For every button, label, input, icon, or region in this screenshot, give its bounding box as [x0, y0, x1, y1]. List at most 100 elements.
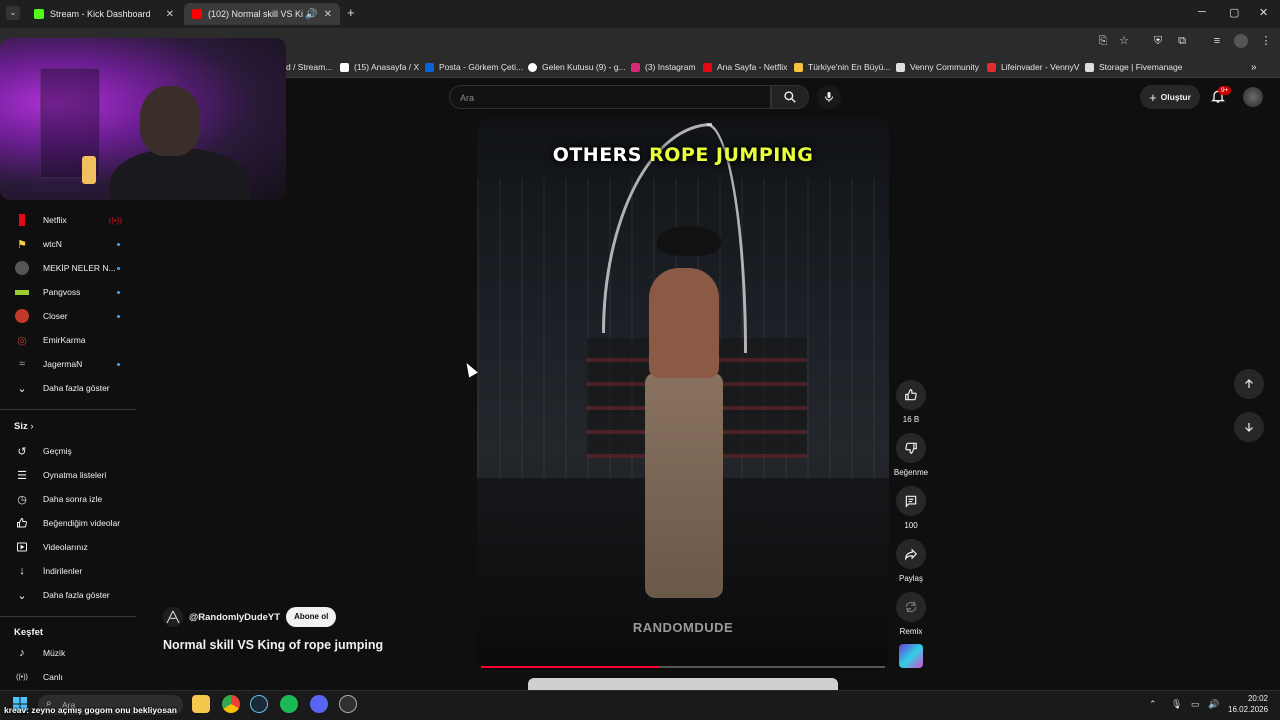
volume-tray-icon[interactable]: 🔊 [1208, 699, 1219, 710]
sound-thumbnail[interactable] [899, 644, 923, 668]
bookmark-label: Posta - Görkem Çeti... [439, 62, 524, 72]
microphone-tray-icon[interactable]: 🎙 [1171, 699, 1182, 710]
media-controls-icon[interactable]: ≡ [1210, 34, 1224, 48]
profile-avatar-icon[interactable] [1234, 34, 1248, 48]
display-tray-icon[interactable]: ▭ [1191, 699, 1200, 710]
audio-playing-icon[interactable]: 🔊 [305, 9, 317, 20]
search-input[interactable]: Ara [449, 85, 771, 109]
sidebar-item-liked-videos[interactable]: Beğendiğim videolar [14, 513, 136, 533]
tab-kick-dashboard[interactable]: Stream - Kick Dashboard ✕ [26, 3, 182, 25]
minimize-button[interactable]: ─ [1198, 6, 1206, 18]
sidebar-item-history[interactable]: ↺ Geçmiş [14, 441, 136, 461]
channel-avatar[interactable] [163, 607, 183, 627]
remix-action[interactable]: Remix [893, 592, 929, 636]
youtube-favicon-icon [192, 9, 202, 19]
bookmark-lifeinvader[interactable]: Lifeinvader - VennyV [987, 60, 1079, 74]
sidebar-item-playlists[interactable]: ☰ Oynatma listeleri [14, 465, 136, 485]
browser-menu-icon[interactable]: ⋮ [1259, 34, 1273, 48]
tab-youtube-short[interactable]: (102) Normal skill VS King o 🔊 ✕ [184, 3, 340, 25]
sidebar-item-closer[interactable]: Closer [14, 306, 136, 326]
search-icon [784, 91, 796, 103]
bookmark-outlook[interactable]: Posta - Görkem Çeti... [425, 60, 523, 74]
sidebar-item-jagerman[interactable]: ≈ JagermaN [14, 354, 136, 374]
remix-label: Remix [899, 627, 923, 636]
close-window-button[interactable]: ✕ [1259, 6, 1268, 19]
bookmark-instagram[interactable]: (3) Instagram [631, 60, 696, 74]
dislike-button[interactable] [896, 433, 926, 463]
bookmark-netflix[interactable]: Ana Sayfa - Netflix [703, 60, 787, 74]
stream-chat-overlay: kreav: zeyno açmış gogom onu bekliyosan [4, 705, 177, 715]
sidebar-item-music[interactable]: ♪ Müzik [14, 643, 136, 663]
bookmark-gmail[interactable]: Gelen Kutusu (9) - g... [528, 60, 626, 74]
share-action[interactable]: Paylaş [893, 539, 929, 583]
tray-overflow-icon[interactable]: ⌃ [1149, 699, 1157, 710]
bookmark-kick-stream[interactable]: d / Stream... [286, 60, 332, 74]
shorts-video-player[interactable]: OTHERS ROPE JUMPING RANDOMDUDE [477, 118, 889, 670]
taskbar-clock[interactable]: 20:02 16.02.2026 [1228, 693, 1268, 715]
bookmark-label: Storage | Fivemanage [1099, 62, 1183, 72]
subscribe-button[interactable]: Abone ol [286, 607, 337, 627]
sidebar-item-watch-later[interactable]: ◷ Daha sonra izle [14, 489, 136, 509]
sidebar-item-wtcn[interactable]: ⚑ wtcN [14, 234, 136, 254]
chrome-icon[interactable] [222, 695, 240, 713]
sidebar-item-label: Netflix [43, 215, 67, 225]
voice-search-button[interactable] [817, 85, 841, 109]
previous-short-button[interactable] [1234, 369, 1264, 399]
comments-button[interactable] [896, 486, 926, 516]
bookmark-x[interactable]: (15) Anasayfa / X [340, 60, 419, 74]
sidebar-item-label: Oynatma listeleri [43, 470, 107, 480]
sidebar-item-emirkarma[interactable]: ◎ EmirKarma [14, 330, 136, 350]
comments-action[interactable]: 100 [893, 486, 929, 530]
show-more-you-button[interactable]: ⌄ Daha fazla göster [14, 585, 136, 605]
remix-button[interactable] [896, 592, 926, 622]
sidebar-item-label: Daha sonra izle [43, 494, 103, 504]
video-progress-bar[interactable] [481, 666, 885, 668]
share-button[interactable] [896, 539, 926, 569]
obs-icon[interactable] [339, 695, 357, 713]
history-icon: ↺ [17, 445, 27, 458]
install-app-icon[interactable]: ⎘ [1096, 34, 1110, 48]
sidebar-item-pangvoss[interactable]: Pangvoss [14, 282, 136, 302]
file-explorer-icon[interactable] [192, 695, 210, 713]
extension-shield-icon[interactable]: ⛨ [1151, 34, 1165, 48]
playlist-icon: ☰ [17, 469, 27, 482]
extensions-puzzle-icon[interactable]: ⧉ [1175, 34, 1189, 48]
caption-text-white: OTHERS [552, 144, 650, 166]
search-button[interactable] [771, 85, 809, 109]
spotify-icon[interactable] [280, 695, 298, 713]
maximize-button[interactable]: ▢ [1229, 6, 1239, 19]
next-short-button[interactable] [1234, 412, 1264, 442]
sidebar-divider [0, 616, 136, 617]
steam-icon[interactable] [250, 695, 268, 713]
create-button[interactable]: + Oluştur [1140, 85, 1200, 109]
like-button[interactable] [896, 380, 926, 410]
bookmark-label: (3) Instagram [645, 62, 696, 72]
share-icon [905, 548, 918, 561]
sidebar-item-your-videos[interactable]: Videolarınız [14, 537, 136, 557]
show-more-subscriptions-button[interactable]: ⌄ Daha fazla göster [14, 378, 136, 398]
sidebar-item-mekip[interactable]: MEKİP NELER N... [14, 258, 136, 278]
live-icon: ((•)) [16, 673, 28, 681]
tab-list-button[interactable]: ⌄ [6, 6, 20, 20]
close-tab-icon[interactable]: ✕ [166, 9, 174, 20]
new-content-dot [117, 362, 120, 366]
dislike-action[interactable]: Beğenme [893, 433, 929, 477]
discord-icon[interactable] [310, 695, 328, 713]
you-section-heading[interactable]: Siz › [14, 421, 34, 432]
sidebar-item-downloads[interactable]: ↓ İndirilenler [14, 561, 136, 581]
new-tab-button[interactable]: + [347, 5, 355, 20]
bookmark-venny[interactable]: Venny Community [896, 60, 979, 74]
like-action[interactable]: 16 B [893, 380, 929, 424]
bookmark-fivemanage[interactable]: Storage | Fivemanage [1085, 60, 1182, 74]
bookmark-turkiye[interactable]: Türkiye'nin En Büyü... [794, 60, 890, 74]
channel-name[interactable]: @RandomlyDudeYT [189, 612, 280, 623]
more-bookmarks-icon[interactable]: » [1251, 60, 1257, 74]
emirkarma-channel-avatar: ◎ [17, 334, 27, 347]
close-tab-icon[interactable]: ✕ [324, 9, 332, 20]
bookmark-star-icon[interactable]: ☆ [1117, 34, 1131, 48]
sidebar-item-netflix[interactable]: Netflix ((•)) [14, 210, 136, 230]
account-avatar[interactable] [1243, 87, 1263, 107]
sidebar-item-live[interactable]: ((•)) Canlı [14, 667, 136, 687]
video-person-hat [657, 226, 721, 256]
short-title[interactable]: Normal skill VS King of rope jumping [163, 638, 383, 652]
